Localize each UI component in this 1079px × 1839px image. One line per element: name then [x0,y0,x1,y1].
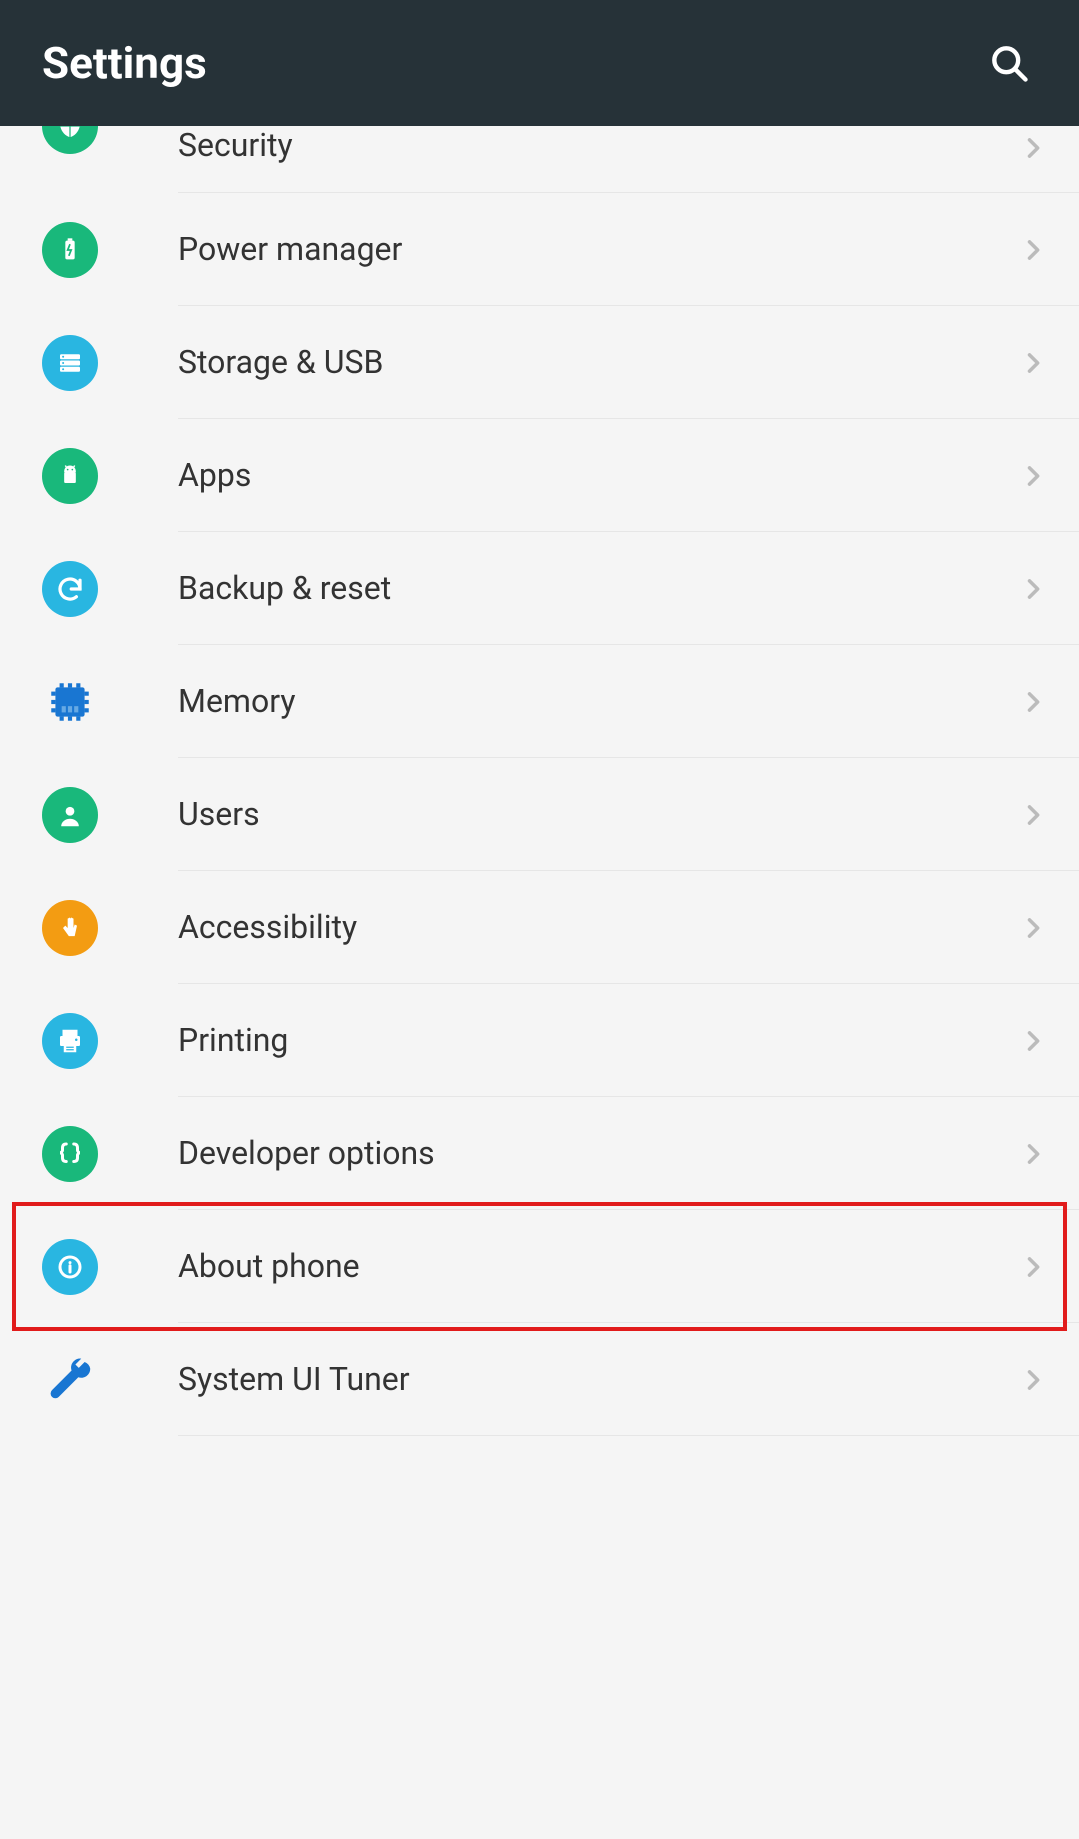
chevron-right-icon [1019,1027,1047,1055]
settings-item-label: Power manager [178,193,1079,306]
chevron-right-icon [1019,1253,1047,1281]
settings-item-label: Developer options [178,1097,1079,1210]
info-icon [42,1239,98,1295]
settings-item-printing[interactable]: Printing [0,984,1079,1097]
settings-item-label: Printing [178,984,1079,1097]
shield-icon [42,126,98,154]
settings-item-storage[interactable]: Storage & USB [0,306,1079,419]
user-icon [42,787,98,843]
settings-item-label: Memory [178,645,1079,758]
chevron-right-icon [1019,349,1047,377]
hand-icon [42,900,98,956]
chevron-right-icon [1019,914,1047,942]
chevron-right-icon [1019,236,1047,264]
settings-item-users[interactable]: Users [0,758,1079,871]
app-header: Settings [0,0,1079,126]
restore-icon [42,561,98,617]
chevron-right-icon [1019,688,1047,716]
settings-item-power-manager[interactable]: Power manager [0,193,1079,306]
settings-item-label: Accessibility [178,871,1079,984]
chevron-right-icon [1019,1140,1047,1168]
settings-item-accessibility[interactable]: Accessibility [0,871,1079,984]
chevron-right-icon [1019,1366,1047,1394]
chevron-right-icon [1019,462,1047,490]
wrench-icon [42,1352,98,1408]
settings-item-label: Security [178,126,1079,193]
settings-list: Security Power manager Storage & USB [0,126,1079,1436]
printer-icon [42,1013,98,1069]
settings-item-security[interactable]: Security [0,126,1079,193]
chevron-right-icon [1019,575,1047,603]
android-icon [42,448,98,504]
battery-icon [42,222,98,278]
settings-item-label: Storage & USB [178,306,1079,419]
settings-item-label: Backup & reset [178,532,1079,645]
storage-icon [42,335,98,391]
settings-item-memory[interactable]: Memory [0,645,1079,758]
settings-item-label: Apps [178,419,1079,532]
settings-item-developer-options[interactable]: Developer options [0,1097,1079,1210]
braces-icon [42,1126,98,1182]
settings-item-label: Users [178,758,1079,871]
settings-item-label: About phone [178,1210,1079,1323]
settings-item-about-phone[interactable]: About phone [0,1210,1079,1323]
chevron-right-icon [1019,801,1047,829]
search-icon [987,41,1031,85]
settings-item-apps[interactable]: Apps [0,419,1079,532]
settings-item-label: System UI Tuner [178,1323,1079,1436]
page-title: Settings [42,37,207,89]
settings-item-system-ui-tuner[interactable]: System UI Tuner [0,1323,1079,1436]
search-button[interactable] [981,35,1037,91]
chip-icon [42,674,98,730]
chevron-right-icon [1019,134,1047,162]
settings-item-backup-reset[interactable]: Backup & reset [0,532,1079,645]
